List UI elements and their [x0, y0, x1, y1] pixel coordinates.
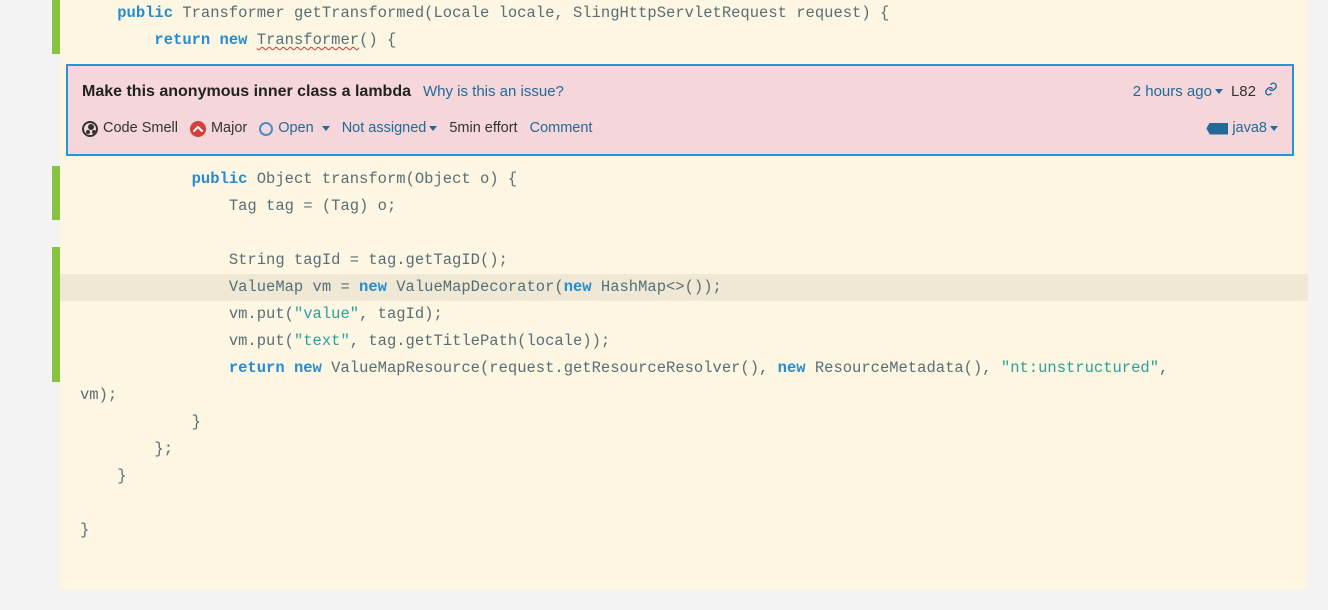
- chevron-down-icon: [1270, 126, 1278, 131]
- code-line: vm.put("value", tagId);: [60, 301, 1308, 328]
- tags-dropdown[interactable]: java8: [1206, 115, 1278, 142]
- issue-type: Code Smell: [82, 115, 178, 142]
- line-ref: L82: [1231, 78, 1256, 105]
- status-open-icon: [259, 122, 273, 136]
- chevron-down-icon: [1215, 89, 1223, 94]
- assignee-dropdown[interactable]: Not assigned: [342, 115, 438, 142]
- issue-underline: Transformer: [257, 31, 359, 49]
- code-line: return new Transformer() {: [60, 27, 1308, 54]
- issue-title: Make this anonymous inner class a lambda: [82, 78, 411, 105]
- code-line: vm);: [60, 382, 1308, 409]
- issue-severity: Major: [190, 115, 247, 142]
- code-line: public Object transform(Object o) {: [60, 166, 1308, 193]
- comment-link[interactable]: Comment: [530, 115, 593, 142]
- effort: 5min effort: [449, 115, 517, 142]
- code-line: vm.put("text", tag.getTitlePath(locale))…: [60, 328, 1308, 355]
- severity-major-icon: [190, 121, 206, 137]
- code-line: [60, 220, 1308, 247]
- why-issue-link[interactable]: Why is this an issue?: [423, 78, 564, 105]
- chevron-down-icon: [429, 126, 437, 131]
- code-line-highlighted: ValueMap vm = new ValueMapDecorator(new …: [60, 274, 1308, 301]
- issue-age-dropdown[interactable]: 2 hours ago: [1133, 78, 1223, 105]
- tags-icon: [1206, 123, 1228, 135]
- code-line: }: [60, 409, 1308, 436]
- code-line: }: [60, 463, 1308, 490]
- code-line: String tagId = tag.getTagID();: [60, 247, 1308, 274]
- issue-box: Make this anonymous inner class a lambda…: [66, 64, 1294, 156]
- code-smell-icon: [82, 121, 98, 137]
- chevron-down-icon: [322, 126, 330, 131]
- issue-status-dropdown[interactable]: Open: [259, 115, 329, 142]
- code-line: [60, 490, 1308, 517]
- code-line: return new ValueMapResource(request.getR…: [60, 355, 1308, 382]
- code-line: };: [60, 436, 1308, 463]
- code-line: Tag tag = (Tag) o;: [60, 193, 1308, 220]
- code-line: public Transformer getTransformed(Locale…: [60, 0, 1308, 27]
- code-viewer: public Transformer getTransformed(Locale…: [60, 0, 1308, 590]
- code-line: }: [60, 517, 1308, 544]
- permalink-icon[interactable]: [1264, 78, 1278, 105]
